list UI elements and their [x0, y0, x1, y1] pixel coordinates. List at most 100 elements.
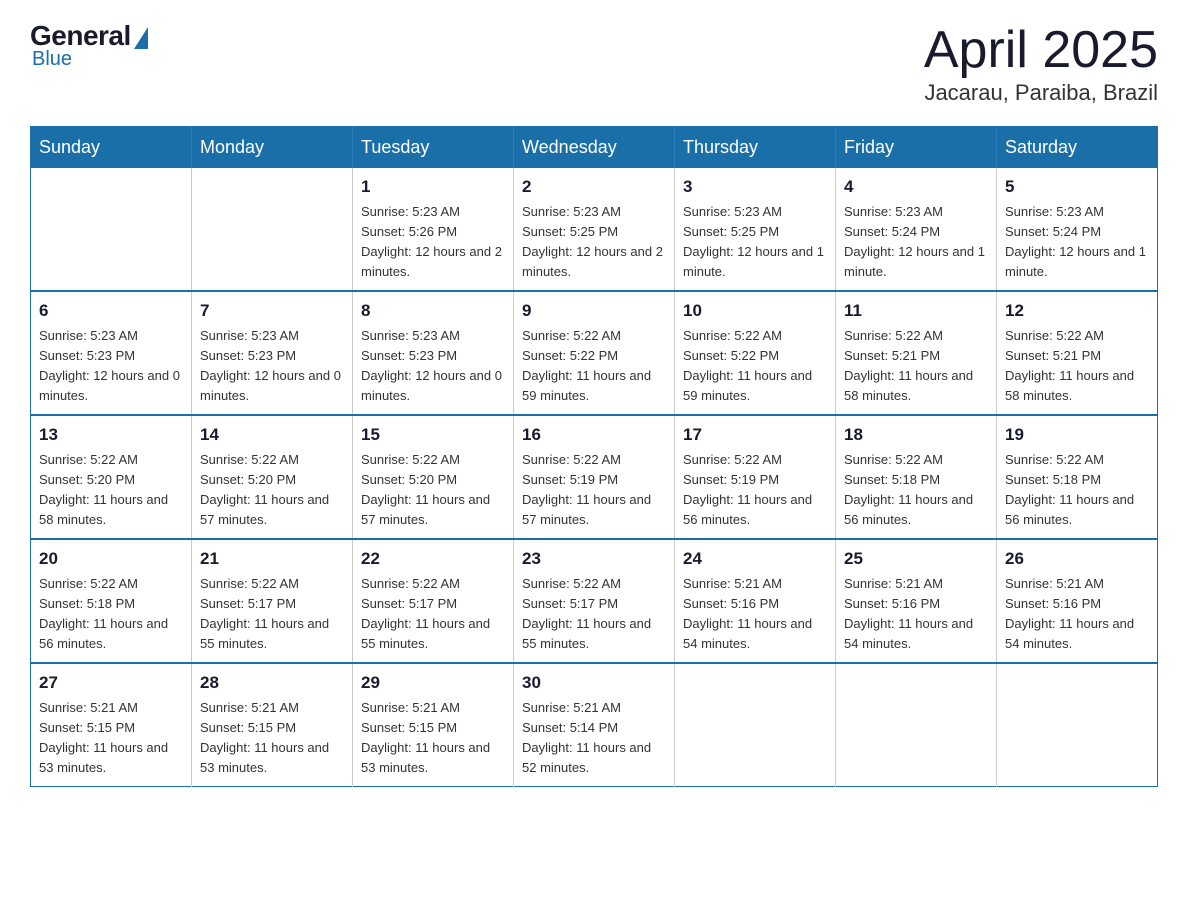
calendar-cell — [836, 663, 997, 787]
day-info: Sunrise: 5:23 AM Sunset: 5:26 PM Dayligh… — [361, 204, 502, 279]
day-info: Sunrise: 5:23 AM Sunset: 5:23 PM Dayligh… — [39, 328, 180, 403]
calendar-cell: 13 Sunrise: 5:22 AM Sunset: 5:20 PM Dayli… — [31, 415, 192, 539]
day-number: 6 — [39, 298, 183, 324]
weekday-header-thursday: Thursday — [675, 127, 836, 169]
logo: General Blue — [30, 20, 148, 71]
calendar-cell: 26Sunrise: 5:21 AM Sunset: 5:16 PM Dayli… — [997, 539, 1158, 663]
day-number: 2 — [522, 174, 666, 200]
day-number: 18 — [844, 422, 988, 448]
calendar-cell: 16Sunrise: 5:22 AM Sunset: 5:19 PM Dayli… — [514, 415, 675, 539]
day-number: 4 — [844, 174, 988, 200]
day-number: 9 — [522, 298, 666, 324]
day-number: 27 — [39, 670, 183, 696]
logo-blue-text: Blue — [32, 48, 72, 71]
weekday-header-friday: Friday — [836, 127, 997, 169]
calendar-cell: 20 Sunrise: 5:22 AM Sunset: 5:18 PM Dayli… — [31, 539, 192, 663]
calendar-cell: 29 Sunrise: 5:21 AM Sunset: 5:15 PM Dayli… — [353, 663, 514, 787]
day-number: 5 — [1005, 174, 1149, 200]
day-number: 24 — [683, 546, 827, 572]
location-title: Jacarau, Paraiba, Brazil — [924, 80, 1158, 106]
day-info: Sunrise: 5:22 AM Sunset: 5:19 PM Dayligh… — [683, 452, 812, 527]
calendar-cell: 12 Sunrise: 5:22 AM Sunset: 5:21 PM Dayli… — [997, 291, 1158, 415]
day-info: Sunrise: 5:22 AM Sunset: 5:20 PM Dayligh… — [361, 452, 490, 527]
calendar-cell: 6 Sunrise: 5:23 AM Sunset: 5:23 PM Daylig… — [31, 291, 192, 415]
day-number: 1 — [361, 174, 505, 200]
day-number: 10 — [683, 298, 827, 324]
week-row-3: 13 Sunrise: 5:22 AM Sunset: 5:20 PM Dayli… — [31, 415, 1158, 539]
week-row-5: 27 Sunrise: 5:21 AM Sunset: 5:15 PM Dayli… — [31, 663, 1158, 787]
day-number: 11 — [844, 298, 988, 324]
day-info: Sunrise: 5:21 AM Sunset: 5:15 PM Dayligh… — [39, 700, 168, 775]
day-number: 15 — [361, 422, 505, 448]
weekday-header-monday: Monday — [192, 127, 353, 169]
day-info: Sunrise: 5:21 AM Sunset: 5:16 PM Dayligh… — [683, 576, 812, 651]
week-row-2: 6 Sunrise: 5:23 AM Sunset: 5:23 PM Daylig… — [31, 291, 1158, 415]
calendar-cell: 7 Sunrise: 5:23 AM Sunset: 5:23 PM Daylig… — [192, 291, 353, 415]
day-info: Sunrise: 5:22 AM Sunset: 5:21 PM Dayligh… — [1005, 328, 1134, 403]
calendar-cell: 3 Sunrise: 5:23 AM Sunset: 5:25 PM Daylig… — [675, 168, 836, 291]
calendar-cell: 25 Sunrise: 5:21 AM Sunset: 5:16 PM Dayli… — [836, 539, 997, 663]
day-info: Sunrise: 5:23 AM Sunset: 5:23 PM Dayligh… — [200, 328, 341, 403]
day-info: Sunrise: 5:21 AM Sunset: 5:16 PM Dayligh… — [844, 576, 973, 651]
day-number: 26 — [1005, 546, 1149, 572]
calendar-cell: 23 Sunrise: 5:22 AM Sunset: 5:17 PM Dayli… — [514, 539, 675, 663]
header: General Blue April 2025 Jacarau, Paraiba… — [30, 20, 1158, 106]
day-number: 25 — [844, 546, 988, 572]
calendar-cell: 28Sunrise: 5:21 AM Sunset: 5:15 PM Dayli… — [192, 663, 353, 787]
weekday-header-row: SundayMondayTuesdayWednesdayThursdayFrid… — [31, 127, 1158, 169]
calendar-cell: 5Sunrise: 5:23 AM Sunset: 5:24 PM Daylig… — [997, 168, 1158, 291]
weekday-header-sunday: Sunday — [31, 127, 192, 169]
calendar-cell — [997, 663, 1158, 787]
calendar-cell: 9Sunrise: 5:22 AM Sunset: 5:22 PM Daylig… — [514, 291, 675, 415]
day-number: 28 — [200, 670, 344, 696]
day-info: Sunrise: 5:23 AM Sunset: 5:25 PM Dayligh… — [522, 204, 663, 279]
day-info: Sunrise: 5:22 AM Sunset: 5:22 PM Dayligh… — [683, 328, 812, 403]
calendar-cell: 14Sunrise: 5:22 AM Sunset: 5:20 PM Dayli… — [192, 415, 353, 539]
day-number: 12 — [1005, 298, 1149, 324]
week-row-4: 20 Sunrise: 5:22 AM Sunset: 5:18 PM Dayli… — [31, 539, 1158, 663]
day-info: Sunrise: 5:22 AM Sunset: 5:17 PM Dayligh… — [361, 576, 490, 651]
calendar-cell: 24 Sunrise: 5:21 AM Sunset: 5:16 PM Dayli… — [675, 539, 836, 663]
calendar-cell — [31, 168, 192, 291]
day-number: 22 — [361, 546, 505, 572]
calendar-cell: 11 Sunrise: 5:22 AM Sunset: 5:21 PM Dayli… — [836, 291, 997, 415]
day-info: Sunrise: 5:22 AM Sunset: 5:18 PM Dayligh… — [39, 576, 168, 651]
day-number: 30 — [522, 670, 666, 696]
calendar-cell: 22 Sunrise: 5:22 AM Sunset: 5:17 PM Dayli… — [353, 539, 514, 663]
day-info: Sunrise: 5:22 AM Sunset: 5:17 PM Dayligh… — [200, 576, 329, 651]
logo-triangle-icon — [134, 27, 148, 49]
day-number: 23 — [522, 546, 666, 572]
day-info: Sunrise: 5:22 AM Sunset: 5:18 PM Dayligh… — [844, 452, 973, 527]
calendar-cell: 19Sunrise: 5:22 AM Sunset: 5:18 PM Dayli… — [997, 415, 1158, 539]
day-info: Sunrise: 5:21 AM Sunset: 5:14 PM Dayligh… — [522, 700, 651, 775]
day-info: Sunrise: 5:23 AM Sunset: 5:25 PM Dayligh… — [683, 204, 824, 279]
day-number: 19 — [1005, 422, 1149, 448]
day-number: 3 — [683, 174, 827, 200]
weekday-header-tuesday: Tuesday — [353, 127, 514, 169]
calendar-cell: 17 Sunrise: 5:22 AM Sunset: 5:19 PM Dayli… — [675, 415, 836, 539]
day-number: 13 — [39, 422, 183, 448]
day-number: 14 — [200, 422, 344, 448]
calendar-cell: 18 Sunrise: 5:22 AM Sunset: 5:18 PM Dayli… — [836, 415, 997, 539]
day-number: 16 — [522, 422, 666, 448]
day-info: Sunrise: 5:23 AM Sunset: 5:23 PM Dayligh… — [361, 328, 502, 403]
day-number: 21 — [200, 546, 344, 572]
calendar-cell: 2 Sunrise: 5:23 AM Sunset: 5:25 PM Daylig… — [514, 168, 675, 291]
day-number: 20 — [39, 546, 183, 572]
day-number: 29 — [361, 670, 505, 696]
day-info: Sunrise: 5:22 AM Sunset: 5:21 PM Dayligh… — [844, 328, 973, 403]
day-number: 7 — [200, 298, 344, 324]
week-row-1: 1 Sunrise: 5:23 AM Sunset: 5:26 PM Daylig… — [31, 168, 1158, 291]
calendar-cell: 8Sunrise: 5:23 AM Sunset: 5:23 PM Daylig… — [353, 291, 514, 415]
calendar-cell: 15 Sunrise: 5:22 AM Sunset: 5:20 PM Dayli… — [353, 415, 514, 539]
calendar-table: SundayMondayTuesdayWednesdayThursdayFrid… — [30, 126, 1158, 787]
calendar-cell: 30 Sunrise: 5:21 AM Sunset: 5:14 PM Dayli… — [514, 663, 675, 787]
day-number: 17 — [683, 422, 827, 448]
day-info: Sunrise: 5:23 AM Sunset: 5:24 PM Dayligh… — [844, 204, 985, 279]
title-area: April 2025 Jacarau, Paraiba, Brazil — [924, 20, 1158, 106]
day-info: Sunrise: 5:22 AM Sunset: 5:20 PM Dayligh… — [39, 452, 168, 527]
weekday-header-wednesday: Wednesday — [514, 127, 675, 169]
month-title: April 2025 — [924, 20, 1158, 80]
day-info: Sunrise: 5:21 AM Sunset: 5:15 PM Dayligh… — [361, 700, 490, 775]
day-info: Sunrise: 5:22 AM Sunset: 5:17 PM Dayligh… — [522, 576, 651, 651]
